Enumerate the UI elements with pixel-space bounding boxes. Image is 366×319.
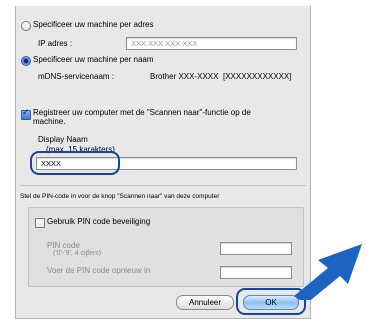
pin-code-label: PIN code (47, 241, 80, 250)
pin-code-field[interactable] (220, 242, 292, 255)
arrow-shape (294, 244, 362, 300)
pin-section-label: Stel de PIN-code in voor de knop "Scanne… (20, 193, 220, 200)
cancel-button[interactable]: Annuleer (176, 295, 234, 310)
register-label-line1: Registreer uw computer met de "Scannen n… (33, 108, 251, 117)
register-checkbox[interactable] (21, 108, 31, 120)
pin-checkbox[interactable] (35, 218, 45, 228)
mdns-bracket-value: [XXXXXXXXXXXX] (223, 72, 292, 81)
pin-group: Gebruik PIN code beveiliging PIN code ('… (28, 207, 304, 287)
mdns-value: Brother XXX-XXXX (150, 72, 219, 81)
name-radio[interactable] (21, 56, 31, 66)
pin-repeat-field[interactable] (220, 266, 292, 279)
scanner-setup-dialog: Specificeer uw machine per adres IP adre… (15, 6, 311, 319)
ip-address-label: IP adres : (38, 39, 73, 48)
display-name-highlight (30, 151, 120, 175)
ip-address-field[interactable]: XXX.XXX.XXX.XXX (126, 37, 297, 50)
pin-code-hint: ('0'-'9', 4 cijfers) (53, 250, 102, 257)
section-divider (20, 185, 306, 186)
pointer-arrow-icon (294, 244, 362, 300)
address-radio[interactable] (21, 21, 31, 31)
pin-checkbox-label: Gebruik PIN code beveiliging (47, 217, 151, 226)
mdns-label: mDNS-servicenaam : (38, 72, 115, 81)
name-radio-label: Specificeer uw machine per naam (33, 55, 154, 64)
register-label-line2: machine. (33, 117, 66, 126)
pin-repeat-label: Voer de PIN code opnieuw in (47, 266, 151, 275)
ip-address-placeholder: XXX.XXX.XXX.XXX (131, 39, 198, 48)
register-checkbox-label: Registreer uw computer met de "Scannen n… (33, 108, 251, 126)
address-radio-label: Specificeer uw machine per adres (33, 20, 154, 29)
display-name-label: Display Naam (38, 135, 88, 144)
